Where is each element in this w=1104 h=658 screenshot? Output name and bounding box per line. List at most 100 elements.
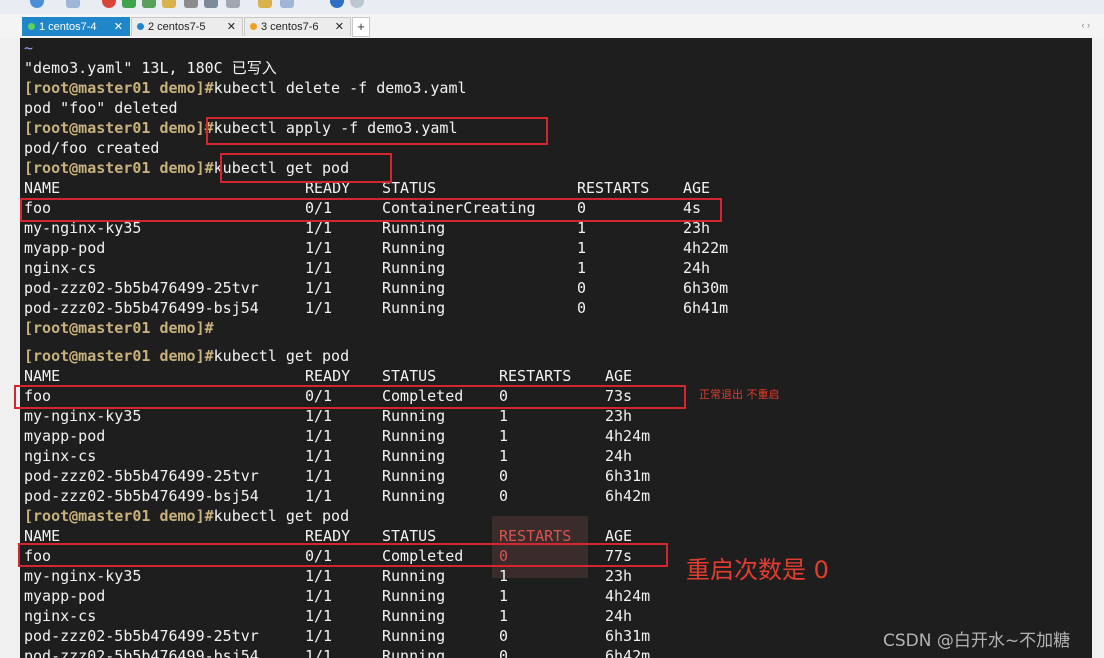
table-header: NAME READY STATUS RESTARTS AGE [24,178,1084,198]
prompt: [root@master01 demo]# [24,79,214,97]
cell: 0 [499,627,509,645]
table-row: my-nginx-ky35 1/1 Running 1 23h [24,406,1084,426]
tab-centos7-6[interactable]: 3 centos7-6 ✕ [244,17,351,36]
cell: pod-zzz02-5b5b476499-bsj54 [24,299,259,317]
cell: 1 [499,447,509,465]
cell: 1/1 [305,279,333,297]
cell: 1/1 [305,627,333,645]
cell: Running [382,427,446,445]
prompt: [root@master01 demo]# [24,319,214,337]
cell: 24h [683,259,711,277]
scrollbar[interactable] [1092,38,1104,658]
transfer-icon[interactable] [142,0,156,8]
tab-scroll-arrows[interactable]: ‹ › [1082,20,1091,30]
cell: Running [382,239,446,257]
cell: 6h30m [683,279,729,297]
close-icon[interactable]: ✕ [114,18,123,37]
font-icon[interactable] [66,0,80,8]
folder-icon[interactable] [162,0,176,8]
cell: myapp-pod [24,239,106,257]
column-header: RESTARTS [577,179,650,197]
cell: 1 [499,427,509,445]
cell: pod-zzz02-5b5b476499-25tvr [24,627,259,645]
command: kubectl get pod [213,347,350,365]
refresh-icon[interactable] [122,0,136,8]
cell: 1 [577,239,587,257]
tab-centos7-4[interactable]: 1 centos7-4 ✕ [22,17,130,36]
cell: 1/1 [305,407,333,425]
foo-row-box-3 [18,543,668,567]
cell: Running [382,647,446,658]
tab-label: 3 centos7-6 [261,21,319,33]
chat-icon[interactable] [350,0,364,8]
globe-icon[interactable] [30,0,44,8]
cell: 0 [499,467,509,485]
cell: nginx-cs [24,607,97,625]
cell: Running [382,279,446,297]
annotation-big: 重启次数是 0 [686,556,829,584]
add-tab-button[interactable]: + [352,17,370,37]
status-dot-icon [28,23,35,30]
cell: 23h [605,567,633,585]
table-row: my-nginx-ky35 1/1 Running 1 23h [24,566,1084,586]
tab-centos7-5[interactable]: 2 centos7-5 ✕ [131,17,243,36]
help-icon[interactable] [330,0,344,8]
foo-row-box-1 [20,198,722,222]
cell: Running [382,407,446,425]
table-row: myapp-pod 1/1 Running 1 4h22m [24,238,1084,258]
close-icon[interactable]: ✕ [227,18,236,37]
cell: my-nginx-ky35 [24,567,142,585]
prompt: [root@master01 demo]# [24,347,214,365]
cell: 6h42m [605,487,651,505]
prompt: [root@master01 demo]# [24,159,214,177]
cell: STATUS [382,367,437,385]
keyboard-icon[interactable] [204,0,218,8]
cell: pod-zzz02-5b5b476499-25tvr [24,279,259,297]
cell: 1/1 [305,427,333,445]
prompt: [root@master01 demo]# [24,119,214,137]
table-row: pod-zzz02-5b5b476499-bsj54 1/1 Running 0 6h4… [24,486,1084,506]
cell: 6h31m [605,627,651,645]
terminal-panel-1[interactable]: ~ "demo3.yaml" 13L, 180C 已写入 [root@maste… [20,38,1092,340]
watermark: CSDN @白开水~不加糖 [883,631,1071,651]
output-line: pod "foo" deleted [24,99,178,117]
cell: Running [382,567,446,585]
cell: Running [382,627,446,645]
cell: 1/1 [305,447,333,465]
cell: 1/1 [305,299,333,317]
foo-row-box-2 [14,385,686,409]
cell: 1/1 [305,607,333,625]
cell: 6h31m [605,467,651,485]
tilde-line: ~ [24,39,34,57]
cell: 24h [605,447,633,465]
cell: 0 [577,279,587,297]
cell: 4h24m [605,427,651,445]
get-pod-command-box [220,153,392,183]
cell: 1/1 [305,467,333,485]
write-message: "demo3.yaml" 13L, 180C 已写入 [24,59,277,77]
session-icon[interactable] [258,0,272,8]
tab-label: 1 centos7-4 [39,21,97,33]
window-icon[interactable] [280,0,294,8]
cell: Running [382,607,446,625]
cell: 1 [499,567,509,585]
close-icon[interactable]: ✕ [335,18,344,37]
cell: NAME [24,367,61,385]
cell: 1 [499,587,509,605]
settings-icon[interactable] [226,0,240,8]
table-row: pod-zzz02-5b5b476499-25tvr 1/1 Running 0 6h3… [24,466,1084,486]
apply-command-box [206,117,548,145]
cell: 4h22m [683,239,729,257]
table-row: pod-zzz02-5b5b476499-bsj54 1/1 Running 0 6h4… [24,298,1084,318]
print-icon[interactable] [184,0,198,8]
cell: myapp-pod [24,427,106,445]
stop-icon[interactable] [102,0,116,8]
cell: 1/1 [305,647,333,658]
tab-label: 2 centos7-5 [148,21,206,33]
cell: READY [305,367,351,385]
cell: Running [382,467,446,485]
table-header: NAME READY STATUS RESTARTS AGE [24,366,1084,386]
cell: 6h42m [605,647,651,658]
cell: 0 [577,299,587,317]
cell: 1 [499,407,509,425]
